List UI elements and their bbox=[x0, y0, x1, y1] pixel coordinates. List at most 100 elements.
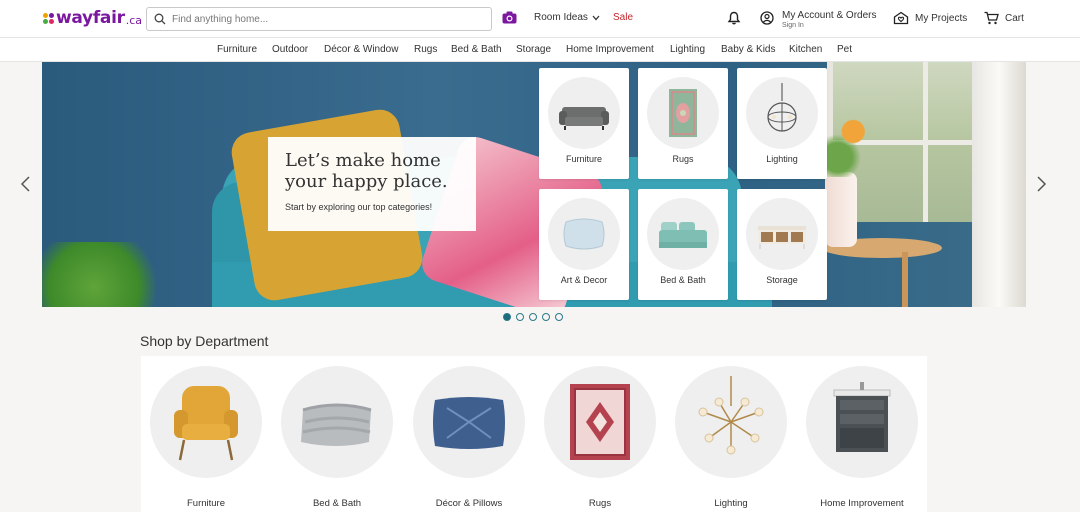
site-header: wayfair .ca Room Ideas Sale My Account &… bbox=[0, 0, 1080, 37]
logo-wordmark: wayfair bbox=[56, 8, 125, 28]
department-panel: Furniture Bed & Bath Décor & Pillows Rug… bbox=[141, 356, 927, 512]
blanket-icon bbox=[301, 403, 372, 446]
my-projects-link[interactable]: My Projects bbox=[915, 13, 967, 24]
tile-image bbox=[548, 77, 620, 149]
tile-label: Lighting bbox=[766, 154, 798, 164]
carousel-dot-1[interactable] bbox=[503, 313, 511, 321]
chevron-down-icon bbox=[592, 15, 600, 20]
department-item-furniture[interactable]: Furniture bbox=[150, 366, 262, 509]
carousel-dot-3[interactable] bbox=[529, 313, 537, 321]
carousel-dot-2[interactable] bbox=[516, 313, 524, 321]
department-image bbox=[150, 366, 262, 478]
logo-tld: .ca bbox=[125, 14, 143, 27]
department-item-home-improvement[interactable]: Home Improvement bbox=[806, 366, 918, 509]
rug-icon bbox=[669, 89, 697, 137]
cart-link[interactable]: Cart bbox=[1005, 13, 1024, 24]
department-item-bed-bath[interactable]: Bed & Bath bbox=[281, 366, 393, 509]
wayfair-logo[interactable]: wayfair .ca bbox=[43, 8, 142, 28]
nav-item-lighting[interactable]: Lighting bbox=[670, 44, 705, 55]
nav-item-bed-bath[interactable]: Bed & Bath bbox=[451, 44, 502, 55]
sale-link[interactable]: Sale bbox=[613, 12, 633, 23]
nav-item-baby-kids[interactable]: Baby & Kids bbox=[721, 44, 775, 55]
tile-image bbox=[647, 77, 719, 149]
sofa-icon bbox=[559, 107, 609, 130]
hero-category-tiles: Furniture Rugs Lighting Art & Decor Bed … bbox=[539, 68, 829, 301]
search-input[interactable] bbox=[172, 9, 482, 29]
hero-vase bbox=[825, 172, 857, 247]
nav-item-home-improvement[interactable]: Home Improvement bbox=[566, 44, 654, 55]
department-label: Rugs bbox=[588, 498, 612, 509]
tile-label: Furniture bbox=[565, 154, 602, 164]
hero-tile-rugs[interactable]: Rugs bbox=[638, 68, 728, 179]
hero-tile-lighting[interactable]: Lighting bbox=[737, 68, 827, 179]
account-icon[interactable] bbox=[760, 11, 774, 25]
nav-item-outdoor[interactable]: Outdoor bbox=[272, 44, 308, 55]
tile-image bbox=[746, 77, 818, 149]
hero-side-table-leg bbox=[902, 252, 908, 307]
category-nav: Furniture Outdoor Décor & Window Rugs Be… bbox=[0, 37, 1080, 62]
room-ideas-label: Room Ideas bbox=[534, 12, 588, 23]
hero-banner: Let’s make home your happy place. Start … bbox=[42, 62, 1026, 307]
chevron-right-icon[interactable] bbox=[1035, 176, 1047, 192]
nav-item-rugs[interactable]: Rugs bbox=[414, 44, 437, 55]
vanity-icon bbox=[833, 382, 891, 452]
hero-subtitle: Start by exploring our top categories! bbox=[285, 202, 433, 212]
armchair-icon bbox=[174, 386, 238, 461]
department-label: Furniture bbox=[186, 498, 225, 509]
department-image bbox=[544, 366, 656, 478]
nav-item-decor-window[interactable]: Décor & Window bbox=[324, 44, 398, 55]
pillow-icon bbox=[563, 218, 605, 250]
projects-icon[interactable] bbox=[893, 11, 909, 25]
throw-pillow-icon bbox=[433, 397, 505, 449]
tile-image bbox=[647, 198, 719, 270]
hero-title: Let’s make home your happy place. bbox=[285, 150, 448, 192]
department-item-rugs[interactable]: Rugs bbox=[544, 366, 656, 509]
tile-label: Storage bbox=[766, 275, 798, 285]
hero-tile-furniture[interactable]: Furniture bbox=[539, 68, 629, 179]
carousel-dots bbox=[503, 313, 563, 321]
department-label: Home Improvement bbox=[820, 498, 904, 509]
hero-message-card: Let’s make home your happy place. Start … bbox=[268, 137, 476, 231]
chandelier-icon bbox=[767, 83, 797, 132]
tile-image bbox=[746, 198, 818, 270]
hero-plant bbox=[42, 242, 172, 307]
bell-icon[interactable] bbox=[727, 11, 741, 25]
carousel-dot-4[interactable] bbox=[542, 313, 550, 321]
storage-bench-icon bbox=[758, 226, 806, 249]
department-item-decor-pillows[interactable]: Décor & Pillows bbox=[413, 366, 525, 509]
tile-image bbox=[548, 198, 620, 270]
nav-item-pet[interactable]: Pet bbox=[837, 44, 852, 55]
nav-item-furniture[interactable]: Furniture bbox=[217, 44, 257, 55]
room-ideas-menu[interactable]: Room Ideas bbox=[534, 12, 600, 23]
department-image bbox=[413, 366, 525, 478]
search-box bbox=[146, 7, 492, 31]
sputnik-chandelier-icon bbox=[698, 376, 764, 455]
department-label: Décor & Pillows bbox=[435, 498, 503, 509]
sign-in-link[interactable]: Sign In bbox=[782, 22, 804, 29]
carousel-dot-5[interactable] bbox=[555, 313, 563, 321]
hero-tile-bed-bath[interactable]: Bed & Bath bbox=[638, 189, 728, 300]
camera-icon[interactable] bbox=[502, 11, 517, 24]
search-icon[interactable] bbox=[154, 13, 166, 25]
hero-curtain bbox=[972, 62, 1026, 307]
department-image bbox=[281, 366, 393, 478]
logo-pinwheel-icon bbox=[43, 12, 54, 24]
cart-icon[interactable] bbox=[984, 11, 999, 25]
account-orders-link[interactable]: My Account & Orders bbox=[782, 10, 876, 21]
department-item-lighting[interactable]: Lighting bbox=[675, 366, 787, 509]
department-image bbox=[675, 366, 787, 478]
bedding-icon bbox=[659, 222, 707, 248]
tile-label: Bed & Bath bbox=[660, 275, 706, 285]
tile-label: Rugs bbox=[672, 154, 694, 164]
department-label: Lighting bbox=[714, 498, 748, 509]
chevron-left-icon[interactable] bbox=[20, 176, 32, 192]
tile-label: Art & Decor bbox=[560, 275, 608, 285]
hero-tile-art-decor[interactable]: Art & Decor bbox=[539, 189, 629, 300]
department-image bbox=[806, 366, 918, 478]
area-rug-icon bbox=[570, 384, 630, 460]
nav-item-storage[interactable]: Storage bbox=[516, 44, 551, 55]
nav-item-kitchen[interactable]: Kitchen bbox=[789, 44, 822, 55]
hero-tile-storage[interactable]: Storage bbox=[737, 189, 827, 300]
department-section-title: Shop by Department bbox=[140, 333, 269, 349]
hero-flowers bbox=[822, 112, 874, 177]
